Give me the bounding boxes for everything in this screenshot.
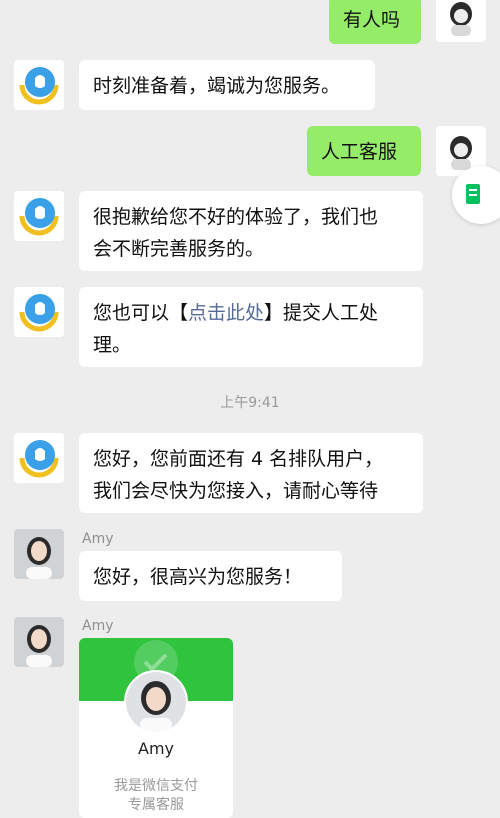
message-text: 有人吗 (343, 9, 401, 31)
robot-avatar-icon (436, 0, 486, 42)
message-text: 您也可以【 (93, 302, 189, 324)
timestamp: 上午9:41 (220, 395, 280, 411)
message-text: 人工客服 (321, 141, 398, 163)
card-subtitle-line1: 我是微信支付 (114, 778, 198, 794)
agent-avatar[interactable] (14, 617, 64, 667)
message-bubble-agent[interactable]: 您好，很高兴为您服务！ (79, 551, 342, 601)
message-text: 会不断完善服务的。 (93, 238, 265, 260)
message-text: 我们会尽快为您接入，请耐心等待 (93, 480, 379, 502)
card-subtitle-line2: 专属客服 (128, 797, 184, 813)
agent-name: Amy (82, 618, 114, 634)
agent-photo-avatar (14, 617, 64, 667)
card-avatar (124, 670, 188, 734)
message-text: 】提交人工处 (264, 302, 379, 324)
message-bubble-bot[interactable]: 时刻准备着，竭诚为您服务。 (79, 60, 375, 110)
message-bubble-bot[interactable]: 很抱歉给您不好的体验了，我们也 会不断完善服务的。 (79, 191, 423, 271)
message-text: 很抱歉给您不好的体验了，我们也 (93, 206, 379, 228)
user-avatar-robot[interactable] (436, 0, 486, 42)
bot-avatar[interactable] (14, 191, 64, 241)
message-text: 您好，您前面还有 4 名排队用户， (93, 448, 384, 470)
message-bubble-bot[interactable]: 您也可以【点击此处】提交人工处 理。 (79, 287, 423, 367)
agent-name: Amy (82, 531, 114, 547)
support-bot-avatar-icon (14, 287, 64, 337)
message-line: 您也可以【点击此处】提交人工处 (93, 297, 409, 329)
message-bubble-bot[interactable]: 您好，您前面还有 4 名排队用户， 我们会尽快为您接入，请耐心等待 (79, 433, 423, 513)
support-bot-avatar-icon (14, 60, 64, 110)
agent-avatar[interactable] (14, 529, 64, 579)
bot-avatar[interactable] (14, 287, 64, 337)
agent-photo-avatar (14, 529, 64, 579)
message-text: 您好，很高兴为您服务！ (93, 566, 303, 588)
message-bubble-self[interactable]: 有人吗 (329, 0, 421, 44)
card-name: Amy (138, 739, 174, 758)
agent-photo-avatar (126, 672, 186, 732)
click-here-link[interactable]: 点击此处 (188, 302, 264, 324)
agent-profile-card[interactable]: Amy 我是微信支付 专属客服 (79, 638, 233, 818)
message-bubble-self[interactable]: 人工客服 (307, 126, 421, 176)
message-text: 时刻准备着，竭诚为您服务。 (93, 75, 341, 97)
floating-document-button[interactable] (452, 166, 500, 224)
support-bot-avatar-icon (14, 433, 64, 483)
bot-avatar[interactable] (14, 433, 64, 483)
message-text: 理。 (93, 334, 132, 356)
document-icon (466, 184, 480, 204)
support-bot-avatar-icon (14, 191, 64, 241)
bot-avatar[interactable] (14, 60, 64, 110)
